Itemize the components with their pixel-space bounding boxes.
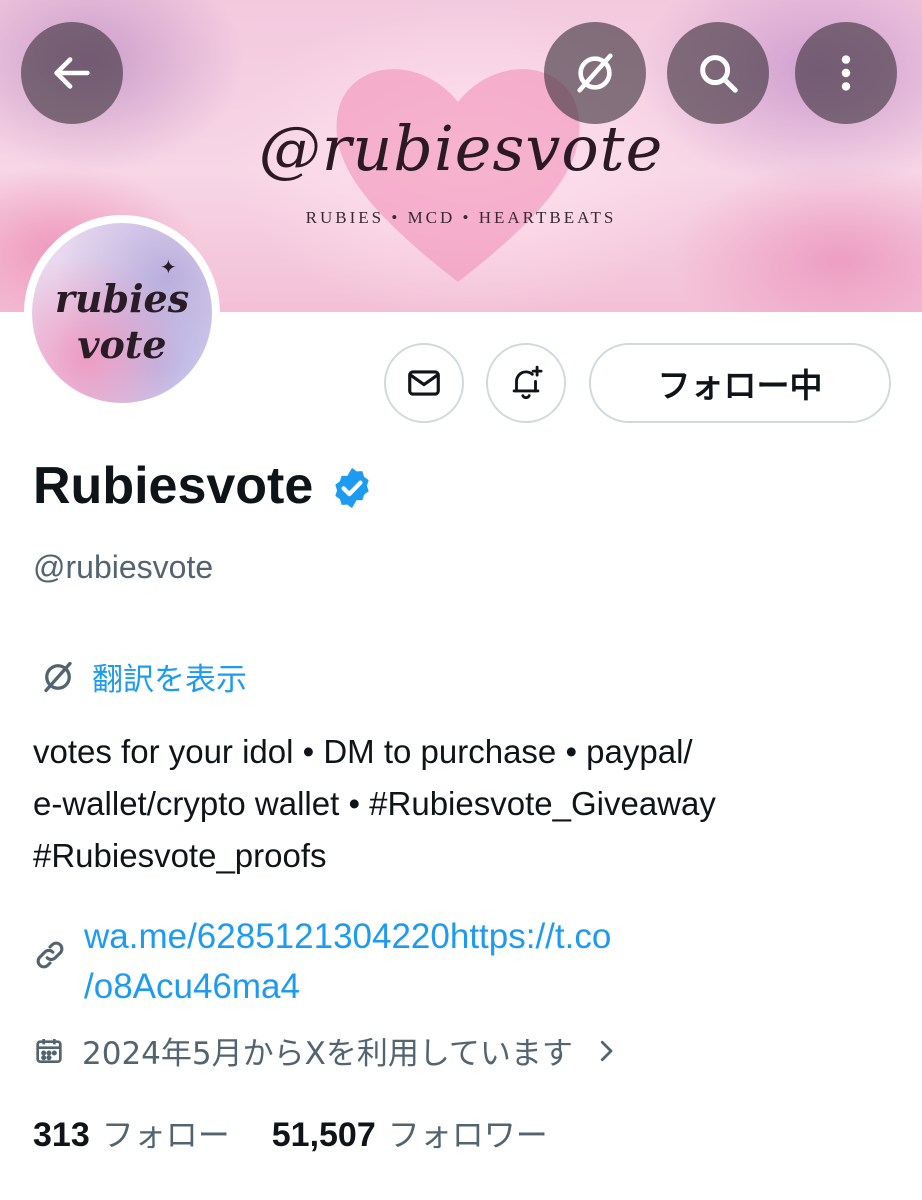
followers-label[interactable]: フォロワー	[388, 1110, 548, 1156]
more-vertical-icon	[841, 55, 851, 91]
bio-line: votes for your idol • DM to purchase • p…	[33, 733, 693, 770]
joined-row[interactable]: 2024年5月からXを利用しています	[33, 1028, 621, 1073]
grok-translate-icon	[44, 661, 72, 692]
following-label[interactable]: フォロー	[102, 1110, 230, 1156]
bio: votes for your idol • DM to purchase • p…	[33, 726, 903, 882]
bio-line[interactable]: e-wallet/crypto wallet • #Rubiesvote_Giv…	[33, 778, 903, 830]
name-row: Rubiesvote	[33, 456, 375, 516]
website-link-line[interactable]: wa.me/6285121304220https://t.co	[84, 912, 611, 962]
banner-title: @rubiesvote	[258, 112, 664, 185]
website-link-line[interactable]: /o8Acu46ma4	[84, 962, 611, 1012]
bell-plus-icon	[512, 365, 543, 400]
bio-line[interactable]: #Rubiesvote_proofs	[33, 830, 903, 882]
handle: @rubiesvote	[33, 549, 214, 585]
website-row: wa.me/6285121304220https://t.co /o8Acu46…	[33, 912, 611, 1012]
arrow-left-icon	[54, 57, 90, 89]
search-icon	[700, 55, 738, 93]
chevron-right-icon	[600, 1040, 613, 1061]
following-button[interactable]: フォロー中	[589, 343, 891, 423]
avatar-text-line2: vote	[77, 322, 167, 367]
avatar[interactable]: ✦ rubies vote	[24, 215, 220, 411]
translate-link[interactable]: 翻訳を表示	[40, 654, 247, 699]
more-options-button[interactable]	[795, 22, 897, 124]
search-button[interactable]	[667, 22, 769, 124]
avatar-image: ✦ rubies vote	[32, 223, 212, 403]
back-button[interactable]	[21, 22, 123, 124]
notify-button[interactable]	[486, 343, 566, 423]
follow-stats: 313 フォロー 51,507 フォロワー	[33, 1110, 548, 1156]
grok-icon	[577, 53, 613, 93]
calendar-icon	[36, 1038, 62, 1063]
message-button[interactable]	[384, 343, 464, 423]
following-count[interactable]: 313	[33, 1116, 90, 1155]
avatar-text-line1: rubies	[54, 276, 190, 321]
followers-count[interactable]: 51,507	[272, 1116, 376, 1155]
website-link[interactable]: wa.me/6285121304220https://t.co /o8Acu46…	[84, 912, 611, 1012]
verified-badge-icon[interactable]	[329, 465, 375, 511]
grok-button[interactable]	[544, 22, 646, 124]
display-name: Rubiesvote	[33, 457, 314, 515]
translate-label[interactable]: 翻訳を表示	[92, 654, 247, 699]
link-icon	[36, 941, 64, 969]
joined-date: 2024年5月からXを利用しています	[82, 1036, 573, 1072]
envelope-icon	[408, 370, 440, 396]
